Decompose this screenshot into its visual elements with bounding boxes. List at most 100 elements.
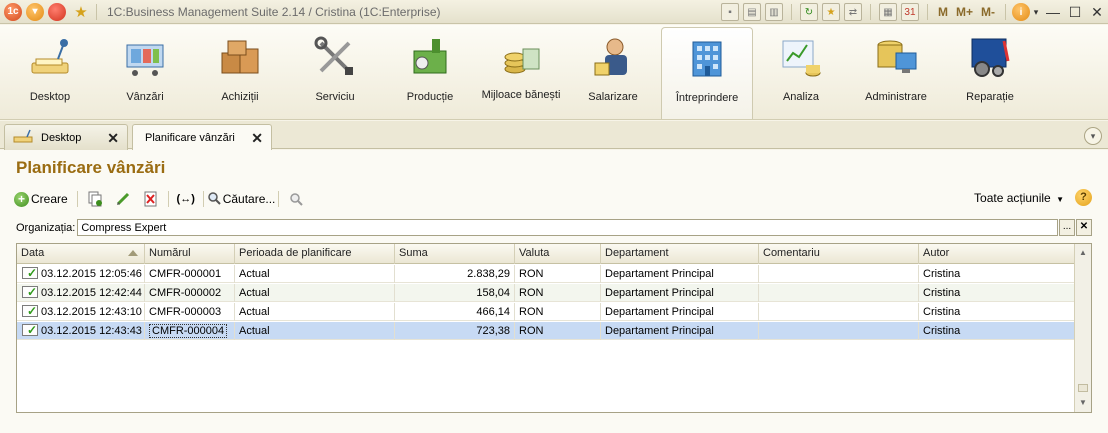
- section-enterprise[interactable]: Întreprindere: [661, 27, 753, 119]
- cell-numarul-focused[interactable]: CMFR-000004: [145, 322, 235, 340]
- maximize-button[interactable]: ☐: [1064, 4, 1086, 21]
- close-tab-planificare-icon[interactable]: ✕: [251, 130, 263, 147]
- scroll-thumb[interactable]: [1078, 384, 1088, 392]
- scroll-down-icon[interactable]: ▼: [1077, 397, 1089, 409]
- tab-desktop[interactable]: Desktop ✕: [4, 124, 128, 150]
- section-analysis[interactable]: Analiza: [755, 27, 847, 119]
- cell-valuta: RON: [515, 322, 601, 340]
- cell-autor: Cristina: [923, 287, 961, 299]
- favorites-star-icon[interactable]: ★: [72, 3, 90, 21]
- page-title: Planificare vânzări: [16, 158, 166, 177]
- create-button[interactable]: + Creare: [14, 191, 68, 207]
- column-header-departament[interactable]: Departament: [601, 244, 759, 264]
- copy-icon[interactable]: [86, 190, 104, 208]
- table-row[interactable]: 03.12.2015 12:43:10 CMFR-000003 Actual 4…: [17, 303, 1075, 321]
- organization-field[interactable]: [77, 219, 1058, 236]
- column-header-numarul[interactable]: Numărul: [145, 244, 235, 264]
- column-header-valuta[interactable]: Valuta: [515, 244, 601, 264]
- toolbar-separator: [76, 191, 78, 207]
- column-header-comentariu[interactable]: Comentariu: [759, 244, 919, 264]
- cell-perioada: Actual: [235, 284, 395, 302]
- table-row-selected[interactable]: 03.12.2015 12:43:43 CMFR-000004 Actual 7…: [17, 322, 1075, 340]
- cell-departament: Departament Principal: [601, 322, 759, 340]
- tools-separator-2: [869, 4, 871, 20]
- analysis-chart-icon: [779, 35, 823, 79]
- section-label: Achiziții: [221, 91, 259, 103]
- preview-icon[interactable]: ▥: [764, 3, 783, 21]
- section-payroll[interactable]: Salarizare: [567, 27, 659, 119]
- chevron-down-icon: ▼: [1056, 195, 1064, 204]
- info-dropdown-icon[interactable]: ▾: [1030, 7, 1042, 18]
- cell-numarul: CMFR-000002: [145, 284, 235, 302]
- main-menu-icon[interactable]: ▾: [26, 2, 44, 21]
- section-production[interactable]: Producție: [384, 27, 476, 119]
- cell-suma: 2.838,29: [395, 265, 515, 283]
- section-label: Producție: [406, 91, 454, 103]
- history-icon[interactable]: ↻: [799, 3, 818, 21]
- calendar-icon[interactable]: 31: [900, 3, 919, 21]
- tools-separator: [790, 4, 792, 20]
- cell-autor: Cristina: [923, 306, 961, 318]
- section-label: Vânzări: [126, 91, 164, 103]
- posted-document-icon: [22, 284, 38, 301]
- column-header-autor[interactable]: Autor: [919, 244, 1075, 264]
- section-label: Întreprindere: [675, 92, 739, 104]
- delete-mark-icon[interactable]: [142, 190, 160, 208]
- cell-comentariu: [759, 303, 919, 321]
- cell-numarul: CMFR-000003: [145, 303, 235, 321]
- minimize-button[interactable]: —: [1042, 4, 1064, 20]
- section-repair[interactable]: Reparație: [944, 27, 1036, 119]
- memory-button[interactable]: M: [938, 5, 948, 19]
- edit-icon[interactable]: [114, 190, 132, 208]
- all-actions-button[interactable]: Toate acțiunile ▼: [974, 191, 1064, 205]
- form-toolbar: + Creare (↔) Căutare... Toate acțiunile …: [14, 188, 1094, 210]
- tab-label: Planificare vânzări: [145, 132, 235, 144]
- app-logo-icon[interactable]: 1c: [4, 2, 22, 21]
- column-header-data[interactable]: Data: [17, 244, 145, 264]
- close-tab-desktop-icon[interactable]: ✕: [107, 130, 119, 147]
- close-app-icon[interactable]: [48, 2, 66, 21]
- table-row[interactable]: 03.12.2015 12:42:44 CMFR-000002 Actual 1…: [17, 284, 1075, 302]
- documents-table: Data Numărul Perioada de planificare Sum…: [16, 243, 1092, 413]
- purchases-boxes-icon: [218, 35, 262, 79]
- section-money[interactable]: Mijloace bănești: [475, 27, 567, 119]
- column-header-perioada[interactable]: Perioada de planificare: [235, 244, 395, 264]
- info-icon[interactable]: i: [1012, 3, 1030, 21]
- column-header-suma[interactable]: Suma: [395, 244, 515, 264]
- tabs-dropdown-icon[interactable]: ▾: [1084, 127, 1102, 145]
- tab-planificare-vanzari[interactable]: Planificare vânzări ✕: [132, 124, 272, 151]
- section-sales[interactable]: Vânzări: [99, 27, 191, 119]
- section-desktop[interactable]: Desktop: [4, 27, 96, 119]
- table-header: Data Numărul Perioada de planificare Sum…: [17, 244, 1075, 264]
- print-icon[interactable]: ▤: [742, 3, 761, 21]
- favorites-icon[interactable]: ★: [821, 3, 840, 21]
- table-row[interactable]: 03.12.2015 12:05:46 CMFR-000001 Actual 2…: [17, 265, 1075, 283]
- posted-document-icon: [22, 303, 38, 320]
- cell-valuta: RON: [515, 284, 601, 302]
- section-purchases[interactable]: Achiziții: [194, 27, 286, 119]
- cell-suma: 723,38: [395, 322, 515, 340]
- select-organization-button[interactable]: ...: [1059, 219, 1075, 236]
- clear-organization-icon[interactable]: ✕: [1076, 219, 1092, 236]
- help-icon[interactable]: ?: [1075, 189, 1092, 206]
- cell-text: 03.12.2015 12:43:10: [41, 306, 142, 318]
- save-icon[interactable]: ▪: [720, 3, 739, 21]
- cell-comentariu: [759, 284, 919, 302]
- close-window-button[interactable]: ✕: [1086, 4, 1108, 21]
- period-icon[interactable]: (↔): [177, 190, 195, 208]
- calculator-icon[interactable]: ▦: [878, 3, 897, 21]
- section-service[interactable]: Serviciu: [289, 27, 381, 119]
- memory-plus-button[interactable]: M+: [956, 5, 973, 19]
- cell-autor: Cristina: [923, 325, 961, 337]
- cell-data: 03.12.2015 12:43:43: [17, 322, 145, 340]
- vertical-scrollbar[interactable]: ▲ ▼: [1074, 244, 1091, 412]
- cancel-search-icon[interactable]: [287, 190, 305, 208]
- section-label: Analiza: [782, 91, 820, 103]
- title-bar-tools: ▪ ▤ ▥ ↻ ★ ⇄ ▦ 31 M M+ M- i ▾ — ☐ ✕: [719, 0, 1108, 24]
- memory-minus-button[interactable]: M-: [981, 5, 995, 19]
- link-icon[interactable]: ⇄: [843, 3, 862, 21]
- search-button[interactable]: Căutare...: [207, 191, 275, 208]
- section-label: Reparație: [966, 91, 1014, 103]
- scroll-up-icon[interactable]: ▲: [1077, 247, 1089, 259]
- section-administration[interactable]: Administrare: [850, 27, 942, 119]
